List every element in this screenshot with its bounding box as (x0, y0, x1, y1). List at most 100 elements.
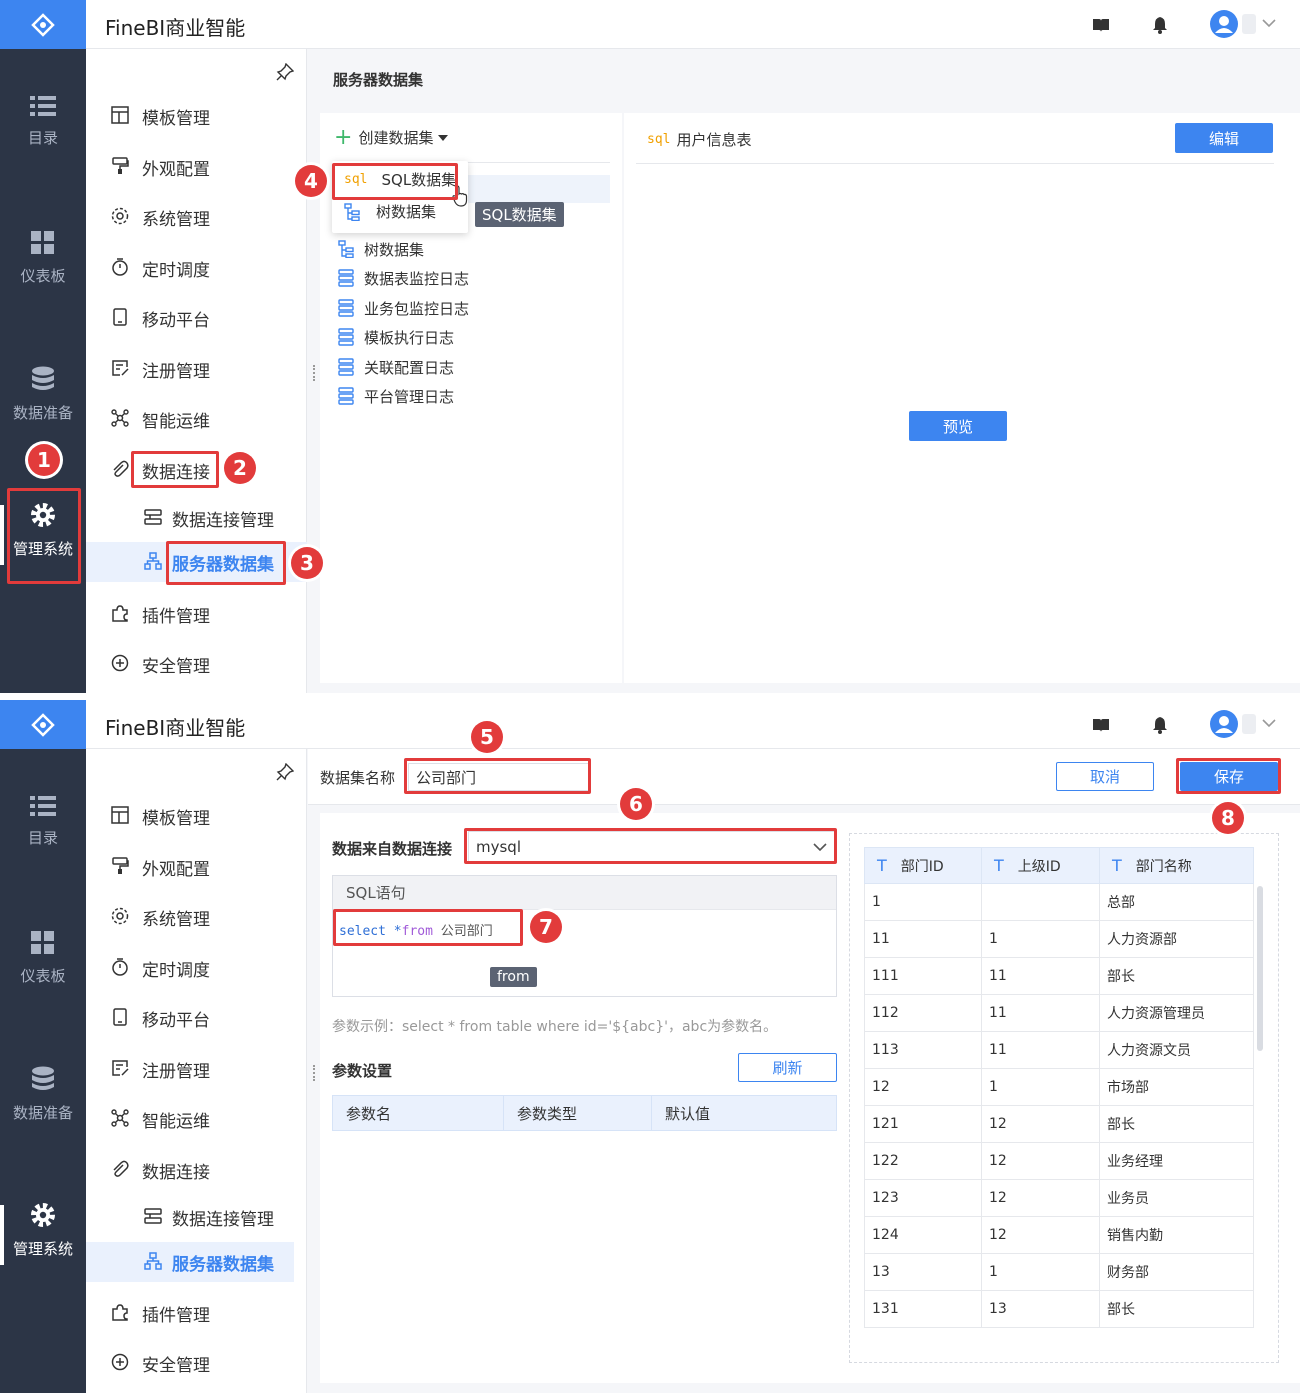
create-dataset-button[interactable]: + 创建数据集 (334, 126, 449, 148)
tree-item-label: 平台管理日志 (364, 387, 455, 406)
menu-item-server-dataset[interactable]: 服务器数据集 (86, 542, 307, 582)
sql-editor[interactable]: SQL语句 select *from 公司部门 from (332, 875, 837, 997)
book-icon[interactable] (1092, 17, 1110, 33)
bell-icon[interactable] (1152, 716, 1168, 734)
menu-item-server-dataset[interactable]: 服务器数据集 (86, 1242, 294, 1282)
param-hint: 参数示例：select * from table where id='${abc… (332, 1019, 778, 1035)
rail-item-admin[interactable]: 管理系统 (0, 1202, 86, 1322)
menu-item-mobile[interactable]: 移动平台 (86, 298, 307, 338)
menu-item-system[interactable]: 系统管理 (86, 897, 307, 937)
annotation-badge: 6 (620, 788, 652, 820)
menu-item-data-connection[interactable]: 数据连接 (86, 450, 307, 490)
tree-item[interactable]: 业务包监控日志 (338, 294, 469, 322)
tree-item[interactable]: 平台管理日志 (338, 382, 454, 410)
menu-item-system[interactable]: 系统管理 (86, 197, 307, 237)
preview-col-header[interactable]: T 上级ID (981, 847, 1100, 884)
avatar[interactable] (1210, 10, 1238, 38)
menu-item-security[interactable]: 安全管理 (86, 1343, 307, 1383)
rail-item-data-prep[interactable]: 数据准备 (0, 1066, 86, 1186)
admin-menu: 模板管理 外观配置 系统管理 定时调度 移动平台 注册管理 智能运维 数据连接 … (86, 49, 307, 693)
rail-item-admin[interactable]: 管理系统 (0, 502, 86, 622)
book-icon[interactable] (1092, 717, 1110, 733)
menu-item-connection-manage[interactable]: 数据连接管理 (86, 498, 307, 538)
dataset-icon (144, 552, 162, 570)
logo[interactable] (0, 700, 86, 749)
cancel-button[interactable]: 取消 (1056, 762, 1154, 791)
chevron-down-icon[interactable] (1262, 19, 1276, 28)
chevron-down-icon[interactable] (1262, 719, 1276, 728)
tree-item[interactable]: 关联配置日志 (338, 353, 454, 381)
tree-item[interactable]: 数据表监控日志 (338, 264, 469, 292)
table-cell: 市场部 (1099, 1068, 1254, 1106)
ops-icon (111, 1109, 129, 1127)
param-col: 参数类型 (504, 1096, 652, 1130)
save-button[interactable]: 保存 (1180, 762, 1278, 791)
tree-item[interactable]: 模板执行日志 (338, 323, 454, 351)
menu-item-connection-manage[interactable]: 数据连接管理 (86, 1197, 307, 1237)
menu-label: 注册管理 (142, 1061, 210, 1082)
menu-label: 定时调度 (142, 960, 210, 981)
menu-item-ops[interactable]: 智能运维 (86, 399, 307, 439)
menu-item-plugin[interactable]: 插件管理 (86, 1293, 307, 1333)
menu-item-appearance[interactable]: 外观配置 (86, 147, 307, 187)
menu-item-register[interactable]: 注册管理 (86, 349, 307, 389)
menu-item-schedule[interactable]: 定时调度 (86, 948, 307, 988)
text-type-icon: T (877, 855, 887, 875)
menu-label: 系统管理 (142, 909, 210, 930)
table-row: 121 12 部长 (864, 1105, 1254, 1143)
menu-item-register[interactable]: 注册管理 (86, 1049, 307, 1089)
tree-item-label: 模板执行日志 (364, 328, 455, 347)
rail-item-dashboard[interactable]: 仪表板 (0, 231, 86, 351)
menu-item-ops[interactable]: 智能运维 (86, 1099, 307, 1139)
menu-item-schedule[interactable]: 定时调度 (86, 248, 307, 288)
resize-handle[interactable] (313, 365, 315, 381)
table-row: 13 1 财务部 (864, 1253, 1254, 1291)
bell-icon[interactable] (1152, 16, 1168, 34)
edit-button[interactable]: 编辑 (1175, 123, 1273, 153)
preview-col-header[interactable]: T 部门ID (864, 847, 982, 884)
logo[interactable] (0, 0, 86, 49)
table-cell: 财务部 (1099, 1253, 1254, 1291)
data-source-value: mysql (476, 838, 521, 856)
avatar[interactable] (1210, 710, 1238, 738)
annotation-badge: 3 (291, 547, 323, 579)
table-cell: 1 (864, 883, 982, 921)
pin-icon[interactable] (276, 763, 294, 781)
scrollbar[interactable] (1257, 886, 1263, 1051)
menu-item-appearance[interactable]: 外观配置 (86, 847, 307, 887)
tree-item[interactable]: 树数据集 (338, 235, 424, 263)
menu-item-template[interactable]: 模板管理 (86, 96, 307, 136)
rail-item-catalog[interactable]: 目录 (0, 795, 86, 915)
rail-item-dashboard[interactable]: 仪表板 (0, 931, 86, 1051)
rail-item-catalog[interactable]: 目录 (0, 95, 86, 215)
preview-col-header[interactable]: T 部门名称 (1099, 847, 1254, 884)
menu-item-data-connection[interactable]: 数据连接 (86, 1150, 307, 1190)
database-icon (32, 1066, 54, 1090)
rail-label: 数据准备 (12, 1104, 73, 1122)
user-icon (1215, 716, 1233, 733)
log-table-icon (338, 387, 354, 405)
pin-icon[interactable] (276, 63, 294, 81)
tree-dataset-icon (344, 202, 360, 221)
data-source-select[interactable]: mysql (468, 831, 836, 863)
ops-icon (111, 409, 129, 427)
log-table-icon (338, 358, 354, 376)
menu-item-security[interactable]: 安全管理 (86, 644, 307, 684)
autocomplete-hint[interactable]: from (490, 967, 537, 987)
menu-item-plugin[interactable]: 插件管理 (86, 594, 307, 634)
dataset-name: 用户信息表 (676, 131, 752, 149)
refresh-button[interactable]: 刷新 (738, 1053, 837, 1082)
preview-button[interactable]: 预览 (909, 411, 1007, 441)
dropdown-item-tree[interactable]: 树数据集 (344, 201, 436, 222)
dataset-name-input[interactable]: 公司部门 (408, 763, 590, 791)
menu-item-mobile[interactable]: 移动平台 (86, 998, 307, 1038)
resize-handle[interactable] (313, 1065, 315, 1081)
sql-icon: sql (647, 132, 671, 147)
sql-icon: sql (344, 172, 368, 187)
preview-col-label: 部门名称 (1135, 858, 1192, 875)
table-cell: 销售内勤 (1099, 1216, 1254, 1254)
sql-code[interactable]: select *from 公司部门 (339, 920, 493, 939)
menu-item-template[interactable]: 模板管理 (86, 796, 307, 836)
register-icon (112, 1060, 129, 1076)
dropdown-item-sql[interactable]: sql SQL数据集 (344, 169, 456, 190)
